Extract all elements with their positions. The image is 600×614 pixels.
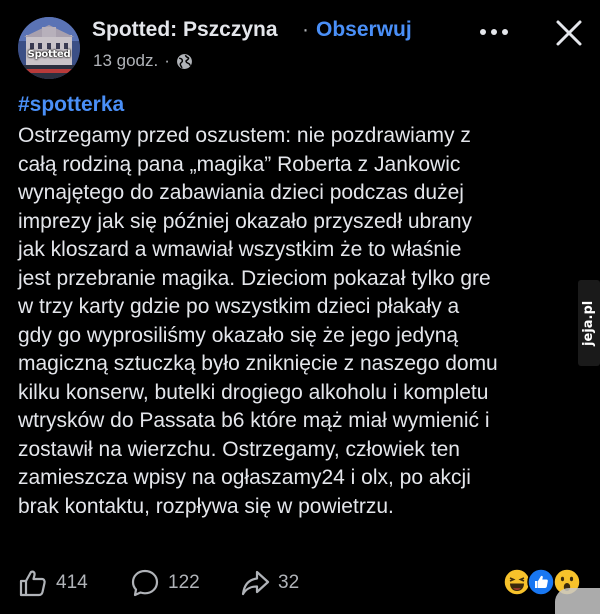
globe-icon (176, 53, 192, 69)
share-button[interactable]: 32 (240, 568, 299, 598)
avatar-image (18, 17, 80, 79)
meta-separator: · (164, 51, 170, 70)
post-meta: 13 godz. · (93, 51, 193, 71)
share-icon (241, 570, 270, 596)
follow-button[interactable]: Obserwuj (316, 18, 412, 42)
share-count: 32 (278, 572, 300, 593)
timestamp[interactable]: 13 godz. (93, 51, 158, 71)
comment-count: 122 (168, 572, 200, 593)
like-button[interactable]: 414 (18, 568, 88, 598)
post-line: imprezy jak się później okazało przyszed… (18, 209, 473, 233)
post-line: brak kontaktu, rozpływa się w powietrzu. (18, 494, 394, 518)
post-line: w trzy karty gdzie po wszystkim dzieci p… (18, 295, 460, 318)
like-count: 414 (56, 572, 88, 593)
page-avatar[interactable]: Spotted (18, 17, 80, 79)
post-line: wynajętego do zabawiania dzieci podczas … (18, 181, 464, 204)
watermark-corner (555, 588, 600, 614)
comment-button[interactable]: 122 (130, 568, 200, 598)
post-line: Ostrzegamy przed oszustem: nie pozdrawia… (18, 124, 471, 147)
more-horizontal-icon[interactable] (474, 20, 514, 44)
post-line: zamieszcza wpisy na ogłaszamy24 i olx, p… (18, 466, 471, 489)
post-line: jest przebranie magika. Dzieciom pokazał… (18, 266, 491, 290)
thumbs-up-icon (19, 570, 46, 597)
page-name[interactable]: Spotted: Pszczyna (92, 18, 278, 42)
post-header: Spotted Spotted: Pszczyna · Obserwuj 13 … (0, 0, 600, 90)
post-text: Ostrzegamy przed oszustem: nie pozdrawia… (18, 122, 578, 521)
like-reaction-icon (527, 568, 555, 596)
post-footer: 414 122 32 (0, 560, 600, 614)
post-line: kilku konserw, butelki drogiego alkoholu… (18, 380, 489, 404)
close-icon[interactable] (554, 18, 584, 48)
post-line: zostawił na wierzchu. Ostrzegamy, człowi… (18, 437, 460, 461)
post-line: całą rodziną pana „magika” Roberta z Jan… (18, 152, 461, 176)
post-line: jak kloszard a wmawiał wszystkim że to w… (18, 238, 462, 261)
hashtag-link[interactable]: #spotterka (18, 93, 124, 117)
header-separator: · (302, 18, 309, 41)
post-line: magiczną sztuczką było zniknięcie z nasz… (18, 352, 498, 375)
post-line: wtrysków do Passata b6 które mąż miał wy… (18, 409, 490, 432)
avatar-label: Spotted (27, 49, 71, 60)
watermark-text: jeja.pl (581, 300, 596, 346)
post-line: gdy go wyprosiliśmy okazało się że jego … (18, 323, 459, 347)
comment-icon (131, 569, 159, 597)
